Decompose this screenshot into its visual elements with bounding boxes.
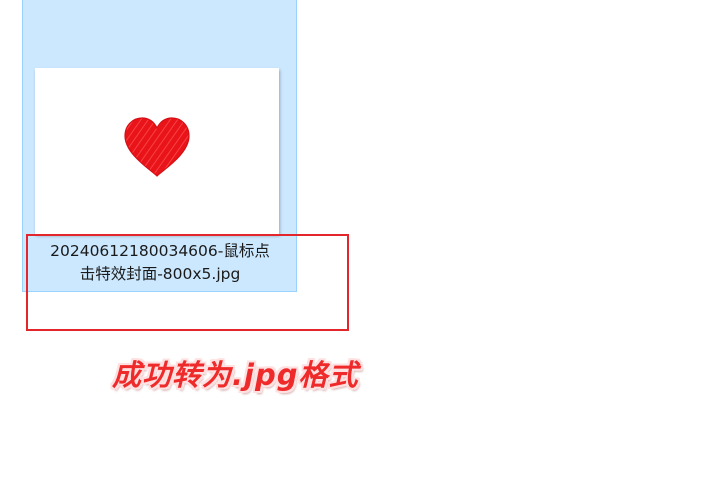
highlight-annotation-box xyxy=(26,234,349,331)
explorer-view: 20240612180034606-鼠标点 击特效封面-800x5.jpg 成功… xyxy=(0,0,727,477)
heart-icon xyxy=(124,117,190,177)
conversion-success-caption: 成功转为.jpg格式 xyxy=(112,358,359,392)
file-thumbnail[interactable] xyxy=(35,68,279,234)
